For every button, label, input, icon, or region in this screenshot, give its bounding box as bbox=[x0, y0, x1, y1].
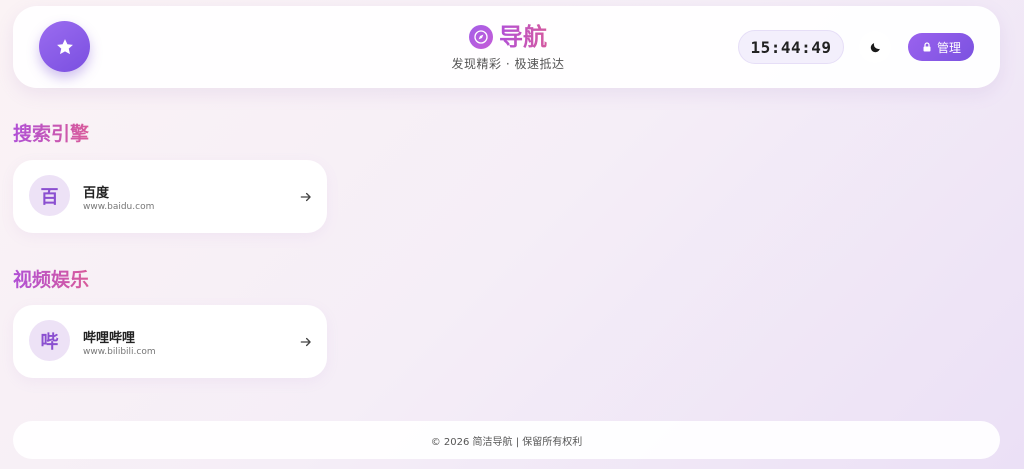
link-avatar: 百 bbox=[29, 175, 70, 216]
page-subtitle: 发现精彩 · 极速抵达 bbox=[451, 57, 565, 71]
clock-display: 15:44:49 bbox=[738, 30, 844, 64]
link-name: 百度 bbox=[83, 186, 110, 201]
section-title-search: 搜索引擎 bbox=[13, 119, 89, 146]
link-name: 哔哩哔哩 bbox=[83, 331, 136, 346]
link-url: www.baidu.com bbox=[83, 202, 155, 212]
admin-label: 管理 bbox=[936, 40, 961, 55]
section-title-video: 视频娱乐 bbox=[13, 265, 89, 292]
footer: © 2026 简洁导航 | 保留所有权利 bbox=[13, 421, 1000, 459]
link-url: www.bilibili.com bbox=[83, 347, 156, 357]
link-card-baidu[interactable]: 百 百度 www.baidu.com bbox=[13, 160, 327, 233]
star-icon bbox=[56, 38, 73, 54]
compass-icon bbox=[469, 25, 493, 49]
brand: 导航 发现精彩 · 极速抵达 bbox=[433, 22, 583, 72]
arrow-right-icon bbox=[300, 192, 311, 202]
arrow-right-icon bbox=[300, 337, 311, 347]
lock-icon bbox=[923, 42, 931, 52]
admin-button[interactable]: 管理 bbox=[908, 33, 974, 61]
header-bar: 导航 发现精彩 · 极速抵达 15:44:49 管理 bbox=[13, 6, 1000, 88]
footer-text: © 2026 简洁导航 | 保留所有权利 bbox=[430, 436, 583, 448]
theme-toggle-button[interactable] bbox=[859, 31, 891, 63]
link-card-bilibili[interactable]: 哔 哔哩哔哩 www.bilibili.com bbox=[13, 305, 327, 378]
moon-icon bbox=[870, 42, 880, 52]
link-avatar: 哔 bbox=[29, 320, 70, 361]
page-title: 导航 bbox=[499, 23, 547, 51]
favorites-button[interactable] bbox=[39, 21, 90, 72]
